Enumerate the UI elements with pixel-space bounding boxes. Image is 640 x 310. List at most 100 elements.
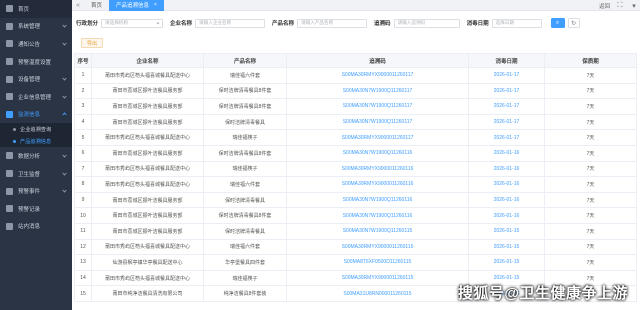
- table-cell: 7天: [544, 223, 637, 240]
- table-row[interactable]: 1 莆田市秀屿区笏头福喜城餐具配送中心 瑞佳福六件套 S00MA30RMYX90000…: [74, 67, 637, 84]
- table-row[interactable]: 5 莆田市秀屿区笏头福喜城餐具配送中心 瑞佳福筷子 S00MA30RMYX900001…: [74, 129, 637, 146]
- fullscreen-icon[interactable]: ⛶: [616, 2, 624, 9]
- trace-code-link[interactable]: S00MA30RMYX9000011260115: [286, 239, 469, 256]
- table-cell: 12: [74, 239, 92, 256]
- sidebar-item-10[interactable]: 卫生监督: [0, 165, 72, 183]
- sidebar-item-3[interactable]: 预警温度设置: [0, 53, 72, 71]
- table-row[interactable]: 11 莆田市荔城区振叶洁餐具服务部 保时洁牌清毒餐具 S00MA30N7W1900Q1…: [74, 223, 637, 240]
- table-cell: 9: [74, 192, 92, 209]
- table-cell: 莆田市秀屿区笏头福喜城餐具配送中心: [91, 239, 204, 256]
- sidebar-item-8[interactable]: 产品追溯信息: [0, 135, 72, 148]
- table-row[interactable]: 12 莆田市秀屿区笏头福喜城餐具配送中心 瑞佳福六件套 S00MA30RMYX9000…: [74, 239, 637, 256]
- search-button[interactable]: ⌕: [550, 18, 565, 28]
- table-cell: 瑞佳福筷子: [203, 129, 287, 146]
- trace-code-link[interactable]: S00MA30N7W1900Q11260117: [286, 83, 469, 100]
- table-row[interactable]: 13 仙游县枫亭镇华亭餐具配送中心 华亭堡餐具四件套 S00MA8T6XF0500D1…: [74, 254, 637, 271]
- export-button[interactable]: 导出: [81, 38, 104, 48]
- close-tab-icon[interactable]: ×: [154, 2, 157, 8]
- tab-product-trace-label: 产品追溯信息: [116, 3, 150, 9]
- column-header[interactable]: 序号: [74, 53, 92, 68]
- trace-code-link[interactable]: S00MA30RMYX9000011260115: [286, 270, 469, 287]
- sidebar-item-9[interactable]: 数据分析: [0, 147, 72, 165]
- trace-code-link[interactable]: S00MA30RMYX9000011260116: [286, 161, 469, 178]
- sidebar-item-label: 站内消息: [18, 224, 41, 231]
- table-row[interactable]: 10 莆田市荔城区振叶洁餐具服务部 保时洁牌清毒餐具8件套 S00MA30N7W190…: [74, 207, 637, 224]
- sidebar-item-label: 监测信息: [18, 112, 41, 119]
- region-select[interactable]: 请选择机构: [101, 18, 164, 28]
- trace-code-link[interactable]: S00MA30RMYX9000011260116: [286, 176, 469, 193]
- table-cell: 6: [74, 145, 92, 162]
- table-cell: 7天: [544, 207, 637, 224]
- date-picker[interactable]: 选择日期: [491, 18, 542, 28]
- trace-code-link[interactable]: S00MA30N7W1900Q11260116: [286, 207, 469, 224]
- table-cell: 5: [74, 129, 92, 146]
- collapse-sidebar-icon[interactable]: «: [72, 0, 84, 11]
- table-cell: 瑞佳福六件套: [203, 176, 287, 193]
- trace-code-link[interactable]: S00MA30RMYX9000011260117: [286, 67, 469, 84]
- sidebar-item-7[interactable]: 企业追溯查询: [0, 123, 72, 136]
- table-row[interactable]: 4 莆田市荔城区振叶洁餐具服务部 保时洁牌清毒餐具 S00MA30N7W1900Q11…: [74, 114, 637, 131]
- trace-code-link[interactable]: S00MA30N7W1900Q11260117: [286, 114, 469, 131]
- sidebar-item-1[interactable]: 系统管理: [0, 18, 72, 36]
- table-cell: 莆田市秀屿区笏头福喜城餐具配送中心: [91, 129, 204, 146]
- table-cell: 莆田市秀屿区笏头福喜城餐具配送中心: [91, 270, 204, 287]
- table-row[interactable]: 8 莆田市秀屿区笏头福喜城餐具配送中心 瑞佳福六件套 S00MA30RMYX90000…: [74, 176, 637, 193]
- sidebar-item-2[interactable]: 通知公告: [0, 35, 72, 53]
- chevron-down-icon: [62, 94, 67, 99]
- table-cell: 2026-01-16: [468, 207, 545, 224]
- region-placeholder: 请选择机构: [105, 20, 128, 25]
- chevron-down-icon: [62, 188, 67, 193]
- sidebar-item-6[interactable]: 监测信息: [0, 106, 72, 124]
- table-row[interactable]: 9 莆田市荔城区振叶洁餐具服务部 保时洁牌清毒餐具 S00MA30N7W1900Q11…: [74, 192, 637, 209]
- table-cell: 2026-01-17: [468, 67, 545, 84]
- trace-code-input[interactable]: 请输入追溯码: [393, 18, 460, 28]
- trace-code-link[interactable]: S00MA30N7W1900Q11260117: [286, 98, 469, 115]
- table-cell: 保时洁牌清毒餐具8件套: [203, 83, 287, 100]
- table-cell: 保时洁牌清毒餐具8件套: [203, 207, 287, 224]
- trace-code-link[interactable]: S00MA30RMYX9000011260117: [286, 129, 469, 146]
- table-cell: 7: [74, 161, 92, 178]
- home-icon: [6, 5, 13, 13]
- column-header[interactable]: 消毒日期: [468, 53, 545, 68]
- tab-home[interactable]: 首页: [84, 0, 109, 11]
- sidebar-item-11[interactable]: 预警事件: [0, 182, 72, 200]
- table-cell: 莆田市荔城区振叶洁餐具服务部: [91, 207, 204, 224]
- table-cell: 2026-01-17: [468, 83, 545, 100]
- sidebar-item-4[interactable]: 设备管理: [0, 70, 72, 88]
- column-header[interactable]: 企业名称: [91, 53, 204, 68]
- table-cell: 2026-01-16: [468, 161, 545, 178]
- sidebar-item-13[interactable]: 站内消息: [0, 218, 72, 236]
- table-row[interactable]: 3 莆田市荔城区振叶洁餐具服务部 保时洁牌清毒餐具8件套 S00MA30N7W1900…: [74, 98, 637, 115]
- reset-button[interactable]: ↻: [567, 18, 580, 28]
- back-link[interactable]: 返回: [599, 2, 610, 10]
- sidebar-item-12[interactable]: 预警记录: [0, 200, 72, 218]
- sidebar-item-5[interactable]: 企业信息管理: [0, 88, 72, 106]
- bullet-icon: [13, 127, 16, 131]
- sidebar-item-label: 产品追溯信息: [20, 138, 52, 145]
- trace-code-link[interactable]: S00MA8T6XF0500D11260115: [286, 254, 469, 271]
- table-cell: 7天: [544, 192, 637, 209]
- product-input[interactable]: 请输入产品名称: [297, 18, 368, 28]
- table-cell: 莆田市荔城区振叶洁餐具服务部: [91, 223, 204, 240]
- company-placeholder: 请输入企业名称: [199, 20, 232, 25]
- column-header[interactable]: 追溯码: [286, 53, 469, 68]
- column-header[interactable]: 保质期: [544, 53, 637, 68]
- column-header[interactable]: 产品名称: [203, 53, 287, 68]
- trace-code-link[interactable]: S00MA30N7W1900Q11260116: [286, 145, 469, 162]
- table-cell: 7天: [544, 176, 637, 193]
- table-cell: 莆田市荔城区振叶洁餐具服务部: [91, 83, 204, 100]
- table-row[interactable]: 2 莆田市荔城区振叶洁餐具服务部 保时洁牌清毒餐具8件套 S00MA30N7W1900…: [74, 83, 637, 100]
- company-input[interactable]: 请输入企业名称: [195, 18, 266, 28]
- trace-code-link[interactable]: S00MA30N7W1900Q11260116: [286, 192, 469, 209]
- trace-table: 序号 企业名称 产品名称 追溯码 消毒日期 保质期 1 莆田市秀屿区笏头福喜城餐具配送中心瑞…: [74, 53, 637, 302]
- message-icon: [6, 222, 13, 230]
- trace-code-link[interactable]: S00MA31U8RN000011260115: [286, 285, 469, 302]
- tab-product-trace[interactable]: 产品追溯信息 ×: [109, 0, 164, 11]
- table-row[interactable]: 7 莆田市秀屿区笏头福喜城餐具配送中心 瑞佳福筷子 S00MA30RMYX900001…: [74, 161, 637, 178]
- user-menu-chevron-icon[interactable]: ▾: [630, 2, 638, 10]
- trace-label: 追溯码: [374, 21, 391, 27]
- table-row[interactable]: 6 莆田市荔城区振叶洁餐具服务部 保时洁牌清毒餐具8件套 S00MA30N7W1900…: [74, 145, 637, 162]
- chevron-down-icon: [62, 112, 67, 118]
- trace-code-link[interactable]: S00MA30N7W1900Q11260115: [286, 223, 469, 240]
- sidebar-item-0[interactable]: 首页: [0, 0, 72, 18]
